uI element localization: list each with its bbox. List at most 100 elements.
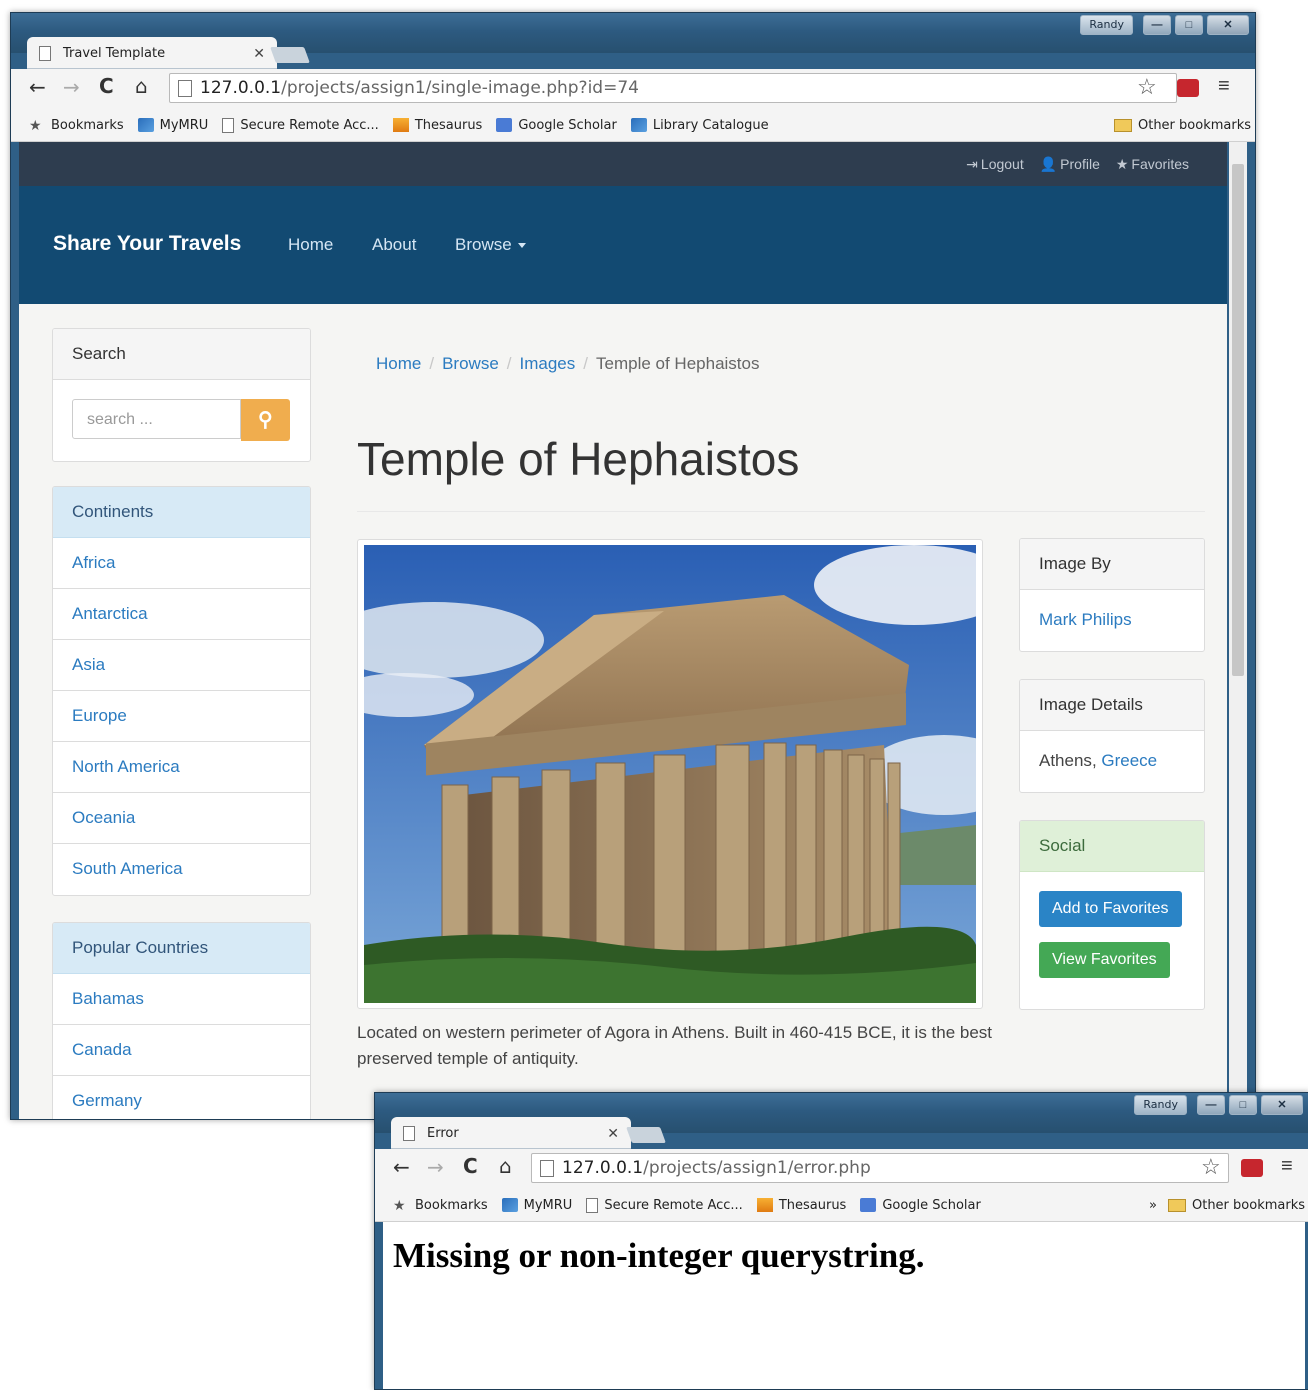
bookmark-thesaurus[interactable]: Thesaurus: [392, 118, 482, 133]
search-button[interactable]: ⚲: [240, 399, 290, 441]
bookmark-google-scholar[interactable]: Google Scholar: [496, 118, 617, 133]
maximize-button[interactable]: □: [1229, 1095, 1257, 1115]
home-icon[interactable]: ⌂: [499, 1154, 512, 1178]
list-item-continent[interactable]: Europe: [53, 691, 310, 742]
location-text: Athens, Greece: [1020, 731, 1204, 791]
page-icon: [178, 79, 192, 97]
list-item-continent[interactable]: Asia: [53, 640, 310, 691]
caret-down-icon: [517, 243, 526, 249]
reload-icon[interactable]: C: [463, 1154, 478, 1178]
list-item-country[interactable]: Canada: [53, 1025, 310, 1076]
bookmark-secure-remote[interactable]: Secure Remote Acc...: [222, 117, 379, 133]
breadcrumb-home[interactable]: Home: [376, 354, 421, 374]
maximize-button[interactable]: □: [1175, 15, 1203, 35]
image-thumbnail: [357, 539, 983, 1009]
menu-icon[interactable]: ≡: [1218, 75, 1230, 98]
breadcrumb-browse[interactable]: Browse: [442, 354, 499, 374]
favorites-label: Favorites: [1131, 156, 1189, 172]
search-panel: Search search ... ⚲: [52, 328, 311, 462]
list-item-continent[interactable]: Africa: [53, 538, 310, 589]
bookmark-label: Library Catalogue: [652, 117, 769, 133]
minimize-button[interactable]: —: [1197, 1095, 1225, 1115]
bookmark-mymru[interactable]: MyMRU: [501, 1198, 572, 1213]
profile-link[interactable]: 👤 Profile: [1040, 156, 1100, 173]
list-item-country[interactable]: Germany: [53, 1076, 310, 1119]
breadcrumb-separator: /: [583, 354, 588, 373]
panel-title: Social: [1020, 821, 1204, 872]
location-separator: ,: [1091, 751, 1102, 770]
browser-window-main: Randy — □ ✕ Travel Template ✕ ← → C ⌂ 12…: [10, 12, 1256, 1120]
bookmark-mymru[interactable]: MyMRU: [137, 118, 208, 133]
profile-badge[interactable]: Randy: [1134, 1095, 1187, 1115]
photographer-link[interactable]: Mark Philips: [1020, 590, 1204, 650]
bookmark-google-scholar[interactable]: Google Scholar: [860, 1198, 981, 1213]
close-window-button[interactable]: ✕: [1261, 1095, 1303, 1115]
new-tab-button[interactable]: [626, 1127, 666, 1143]
logout-link[interactable]: ⇥ Logout: [966, 156, 1024, 173]
add-to-favorites-button[interactable]: Add to Favorites: [1039, 891, 1182, 927]
back-icon[interactable]: ←: [29, 75, 46, 99]
page-icon: [403, 1125, 415, 1141]
logout-icon: ⇥: [966, 156, 978, 172]
new-tab-button[interactable]: [270, 47, 310, 63]
other-bookmarks[interactable]: Other bookmarks: [1167, 1198, 1305, 1213]
forward-icon[interactable]: →: [63, 75, 80, 99]
nav-browse[interactable]: Browse: [455, 235, 526, 255]
page-icon: [586, 1197, 599, 1213]
page-icon: [222, 117, 235, 133]
breadcrumb-images[interactable]: Images: [520, 354, 576, 374]
page-title: Temple of Hephaistos: [357, 433, 800, 485]
reload-icon[interactable]: C: [99, 74, 114, 98]
close-tab-icon[interactable]: ✕: [607, 1125, 619, 1142]
breadcrumb-separator: /: [429, 354, 435, 373]
menu-icon[interactable]: ≡: [1281, 1155, 1293, 1178]
bookmark-label: Secure Remote Acc...: [240, 117, 379, 133]
favorites-link[interactable]: ★ Favorites: [1116, 156, 1189, 173]
extension-icon[interactable]: [1241, 1159, 1263, 1177]
image-caption: Located on western perimeter of Agora in…: [357, 1023, 993, 1068]
address-bar[interactable]: 127.0.0.1/projects/assign1/error.php: [531, 1153, 1229, 1183]
panel-title: Popular Countries: [53, 923, 310, 974]
search-input[interactable]: search ...: [72, 399, 241, 439]
temple-photo: [364, 545, 976, 1003]
brand-link[interactable]: Share Your Travels: [53, 232, 241, 256]
list-item-continent[interactable]: Antarctica: [53, 589, 310, 640]
back-icon[interactable]: ←: [393, 1155, 410, 1179]
other-bookmarks[interactable]: Other bookmarks: [1113, 118, 1251, 133]
bookmark-library-catalogue[interactable]: Library Catalogue: [630, 117, 769, 133]
profile-badge[interactable]: Randy: [1080, 15, 1133, 35]
window-controls: Randy — □ ✕: [1080, 15, 1249, 35]
close-window-button[interactable]: ✕: [1207, 15, 1249, 35]
list-item-continent[interactable]: Oceania: [53, 793, 310, 844]
tab-travel-template[interactable]: Travel Template ✕: [27, 37, 277, 69]
list-item-continent[interactable]: North America: [53, 742, 310, 793]
bookmark-secure-remote[interactable]: Secure Remote Acc...: [586, 1197, 743, 1213]
country-link[interactable]: Greece: [1101, 751, 1157, 770]
bookmarks-overflow-chevron[interactable]: »: [1149, 1198, 1157, 1213]
bookmark-thesaurus[interactable]: Thesaurus: [756, 1198, 846, 1213]
scrollbar-thumb[interactable]: [1232, 164, 1244, 676]
bookmark-bookmarks[interactable]: Bookmarks: [29, 118, 124, 133]
extension-icon[interactable]: [1177, 79, 1199, 97]
home-icon[interactable]: ⌂: [135, 74, 148, 98]
city-name: Athens: [1039, 751, 1092, 770]
nav-about[interactable]: About: [372, 235, 416, 255]
forward-icon[interactable]: →: [427, 1155, 444, 1179]
url-path: /projects/assign1/single-image.php?id=74: [281, 78, 639, 98]
bookmark-bookmarks[interactable]: Bookmarks: [393, 1198, 488, 1213]
continents-panel: Continents Africa Antarctica Asia Europe…: [52, 486, 311, 896]
nav-home[interactable]: Home: [288, 235, 333, 255]
bookmark-star-icon[interactable]: ☆: [1201, 1154, 1221, 1180]
panel-title: Search: [53, 329, 310, 380]
address-bar[interactable]: 127.0.0.1/projects/assign1/single-image.…: [169, 73, 1177, 103]
bookmark-star-icon[interactable]: ☆: [1137, 74, 1157, 100]
view-favorites-button[interactable]: View Favorites: [1039, 942, 1170, 978]
scrollbar[interactable]: [1229, 142, 1247, 1119]
list-item-continent[interactable]: South America: [53, 844, 310, 894]
list-item-country[interactable]: Bahamas: [53, 974, 310, 1025]
close-tab-icon[interactable]: ✕: [253, 45, 265, 62]
minimize-button[interactable]: —: [1143, 15, 1171, 35]
tab-error[interactable]: Error ✕: [391, 1117, 631, 1149]
bookmarks-bar: Bookmarks MyMRU Secure Remote Acc... The…: [375, 1193, 1308, 1217]
title-divider: [357, 511, 1205, 512]
